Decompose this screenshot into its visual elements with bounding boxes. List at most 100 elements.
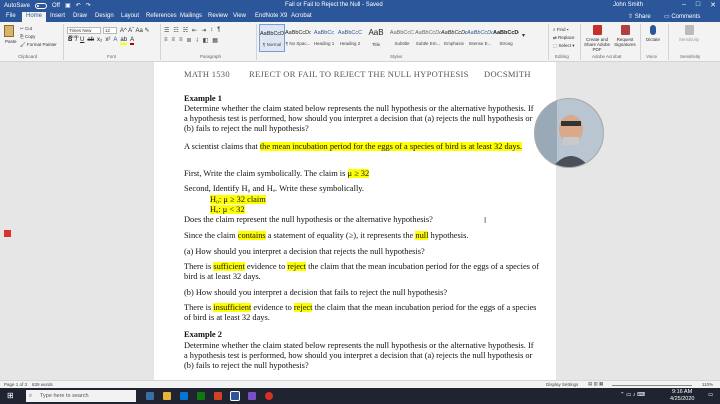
zoom-slider[interactable] bbox=[612, 385, 692, 386]
paste-icon[interactable] bbox=[4, 25, 14, 37]
user-name[interactable]: John Smith bbox=[613, 2, 643, 8]
tab-insert[interactable]: Insert bbox=[50, 13, 65, 19]
maximize-icon[interactable]: □ bbox=[696, 1, 700, 9]
divider bbox=[668, 24, 669, 60]
find-button[interactable]: ⌕ Find ▾ bbox=[553, 27, 569, 32]
multilevel-list-icon[interactable]: ☵ bbox=[183, 27, 188, 34]
header-course: MATH 1530 bbox=[184, 69, 230, 79]
paste-button[interactable]: Paste bbox=[5, 39, 17, 44]
tab-references[interactable]: References bbox=[146, 13, 177, 19]
zoom-level[interactable]: 110% bbox=[702, 382, 713, 387]
tab-mailings[interactable]: Mailings bbox=[180, 13, 202, 19]
dictate-button[interactable]: Dictate bbox=[638, 25, 668, 42]
excel-icon[interactable] bbox=[197, 392, 205, 400]
edge-icon[interactable] bbox=[180, 392, 188, 400]
onenote-icon[interactable] bbox=[248, 392, 256, 400]
cut-button[interactable]: ✂ Cut bbox=[20, 26, 32, 32]
style-intense-emphasis[interactable]: AaBbCcDd Intense E... bbox=[467, 24, 493, 52]
style-subtle-emphasis[interactable]: AaBbCcDd Subtle Em... bbox=[415, 24, 441, 52]
page-count[interactable]: Page 1 of 3 bbox=[4, 382, 27, 387]
file-explorer-icon[interactable] bbox=[163, 392, 171, 400]
line-spacing-icon[interactable]: ↨ bbox=[196, 37, 199, 44]
strikethrough-icon[interactable]: ab bbox=[87, 37, 94, 45]
align-right-icon[interactable]: ≡ bbox=[179, 37, 183, 44]
increase-indent-icon[interactable]: ⇥ bbox=[201, 27, 206, 34]
word-count[interactable]: 839 words bbox=[32, 382, 53, 387]
tab-design[interactable]: Design bbox=[95, 13, 114, 19]
tab-layout[interactable]: Layout bbox=[121, 13, 139, 19]
grow-font-icon[interactable]: A^ Aˇ Aa ✎ bbox=[120, 27, 150, 34]
style-no-spacing[interactable]: AaBbCcDc ¶ No Spac... bbox=[285, 24, 311, 52]
alt-hypothesis: Hₐ: μ < 32 bbox=[210, 205, 245, 214]
answer-b: There is insufficient evidence to reject… bbox=[184, 303, 537, 323]
copy-button[interactable]: ⎘ Copy bbox=[20, 34, 35, 39]
subscript-icon[interactable]: x₂ bbox=[97, 37, 102, 45]
numbering-icon[interactable]: ☷ bbox=[173, 27, 178, 34]
justify-icon[interactable]: ≣ bbox=[187, 37, 192, 44]
comments-button[interactable]: ▭ Comments bbox=[664, 13, 700, 20]
tab-endnote[interactable]: EndNote X9 bbox=[255, 13, 287, 19]
second-step: Second, Identify H₀ and Hₐ. Write these … bbox=[184, 184, 365, 193]
powerpoint-icon[interactable] bbox=[214, 392, 222, 400]
select-button[interactable]: ⬚ Select ▾ bbox=[553, 43, 575, 49]
chrome-icon[interactable] bbox=[265, 392, 273, 400]
view-icons[interactable]: ▤ ▥ ▦ bbox=[588, 381, 603, 387]
align-left-icon[interactable]: ≡ bbox=[164, 37, 168, 44]
styles-more-icon[interactable]: ▾ bbox=[522, 32, 525, 39]
tab-review[interactable]: Review bbox=[208, 13, 228, 19]
record-indicator bbox=[4, 230, 11, 237]
undo-icon[interactable]: ↶ bbox=[76, 2, 81, 9]
style-strong[interactable]: AaBbCcDd Strong bbox=[493, 24, 519, 52]
style-title[interactable]: AaB Title bbox=[363, 24, 389, 52]
bold-icon[interactable]: B bbox=[68, 37, 72, 45]
format-painter-button[interactable]: 🖌 Format Painter bbox=[20, 42, 57, 48]
superscript-icon[interactable]: x² bbox=[105, 37, 110, 45]
request-signatures-button[interactable]: Request Signatures bbox=[610, 25, 640, 47]
pilcrow-icon[interactable]: ¶ bbox=[217, 27, 220, 34]
windows-start-icon[interactable]: ⊞ bbox=[7, 391, 14, 400]
question-a: (a) How should you interpret a decision … bbox=[184, 247, 425, 256]
style-subtitle[interactable]: AaBbCcC Subtitle bbox=[389, 24, 415, 52]
word-icon[interactable] bbox=[230, 391, 240, 401]
tab-file[interactable]: File bbox=[6, 13, 16, 19]
highlight-icon[interactable]: ab bbox=[120, 37, 128, 45]
clock-time[interactable]: 9:16 AM bbox=[672, 389, 692, 395]
task-view-icon[interactable] bbox=[146, 392, 154, 400]
style-emphasis[interactable]: AaBbCcDd Emphasis bbox=[441, 24, 467, 52]
replace-button[interactable]: ⇄ Replace bbox=[553, 35, 575, 41]
sensitivity-icon bbox=[684, 25, 694, 35]
document-page[interactable]: MATH 1530 REJECT OR FAIL TO REJECT THE N… bbox=[154, 62, 556, 380]
style-heading-2[interactable]: AaBbCcC Heading 2 bbox=[337, 24, 363, 52]
tab-home[interactable]: Home bbox=[22, 12, 47, 22]
redo-icon[interactable]: ↷ bbox=[86, 2, 91, 9]
sort-icon[interactable]: ↕ bbox=[210, 27, 213, 34]
bullets-icon[interactable]: ☰ bbox=[164, 27, 169, 34]
style-heading-1[interactable]: AaBbCc Heading 1 bbox=[311, 24, 337, 52]
tab-acrobat[interactable]: Acrobat bbox=[291, 13, 312, 19]
font-family-select[interactable]: Times New Rom bbox=[67, 27, 101, 39]
italic-icon[interactable]: I bbox=[75, 37, 77, 45]
clock-date[interactable]: 4/25/2020 bbox=[670, 396, 694, 402]
display-settings[interactable]: Display Settings bbox=[546, 382, 578, 387]
system-tray-icons[interactable]: ⌃ ▭ ♪ ⌨ bbox=[620, 392, 645, 398]
font-size-select[interactable]: 12 bbox=[103, 27, 117, 34]
autosave-toggle[interactable] bbox=[35, 2, 48, 9]
font-color-icon[interactable]: A bbox=[130, 37, 135, 45]
notifications-icon[interactable]: ▭ bbox=[708, 392, 713, 398]
shading-icon[interactable]: ◧ bbox=[203, 37, 209, 44]
share-button[interactable]: ⇧ Share bbox=[628, 13, 651, 20]
close-icon[interactable]: ✕ bbox=[710, 1, 716, 9]
create-share-pdf-button[interactable]: Create and Share Adobe PDF bbox=[582, 25, 612, 52]
decrease-indent-icon[interactable]: ⇤ bbox=[192, 27, 197, 34]
borders-icon[interactable]: ▦ bbox=[212, 37, 218, 44]
style-normal[interactable]: AaBbCcDc¶ Normal bbox=[259, 24, 285, 52]
align-center-icon[interactable]: ≡ bbox=[172, 37, 176, 44]
taskbar-search-input[interactable]: ⌕ Type here to search bbox=[26, 390, 136, 402]
tab-draw[interactable]: Draw bbox=[73, 13, 87, 19]
tab-view[interactable]: View bbox=[233, 13, 246, 19]
underline-icon[interactable]: U bbox=[80, 37, 84, 45]
sensitivity-button[interactable]: Sensitivity bbox=[674, 25, 704, 42]
save-icon[interactable]: ▣ bbox=[65, 2, 71, 9]
text-effects-icon[interactable]: A bbox=[113, 37, 117, 45]
minimize-icon[interactable]: – bbox=[682, 1, 686, 9]
